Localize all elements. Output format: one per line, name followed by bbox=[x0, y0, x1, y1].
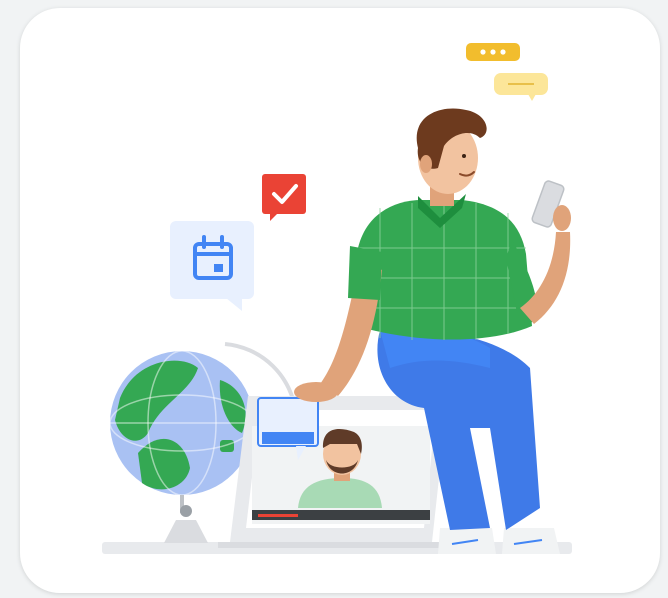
illustration-card bbox=[20, 8, 660, 593]
chat-bubble-message-icon bbox=[494, 73, 548, 101]
calendar-icon bbox=[170, 221, 254, 311]
remote-work-illustration bbox=[102, 43, 572, 554]
chat-bubble-typing-icon bbox=[466, 43, 520, 61]
checkmark-bubble-icon bbox=[262, 174, 306, 221]
laptop-video-call bbox=[218, 396, 448, 548]
